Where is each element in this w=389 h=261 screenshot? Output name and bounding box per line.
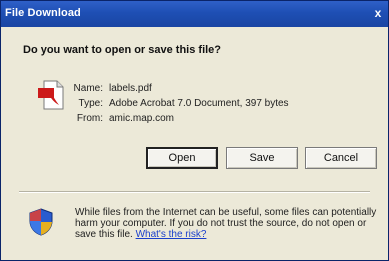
file-type-value: Adobe Acrobat 7.0 Document, 397 bytes (109, 98, 289, 109)
name-label: Name: (73, 83, 103, 94)
download-question: Do you want to open or save this file? (23, 44, 222, 56)
from-label: From: (76, 113, 103, 124)
file-name-value: labels.pdf (109, 83, 152, 94)
divider (19, 191, 370, 193)
file-source-value: amic.map.com (109, 113, 175, 124)
save-button[interactable]: Save (226, 147, 298, 169)
whats-the-risk-link[interactable]: What's the risk? (136, 229, 207, 240)
close-icon[interactable]: x (372, 7, 384, 19)
security-warning: While files from the Internet can be use… (75, 207, 377, 240)
shield-icon (29, 208, 53, 236)
open-button[interactable]: Open (146, 147, 218, 169)
type-label: Type: (78, 98, 103, 109)
window-title: File Download (5, 7, 81, 19)
file-download-dialog: File Download x Do you want to open or s… (0, 0, 389, 261)
title-bar[interactable]: File Download x (1, 1, 388, 27)
warning-text: While files from the Internet can be use… (75, 207, 377, 240)
cancel-button[interactable]: Cancel (305, 147, 377, 169)
